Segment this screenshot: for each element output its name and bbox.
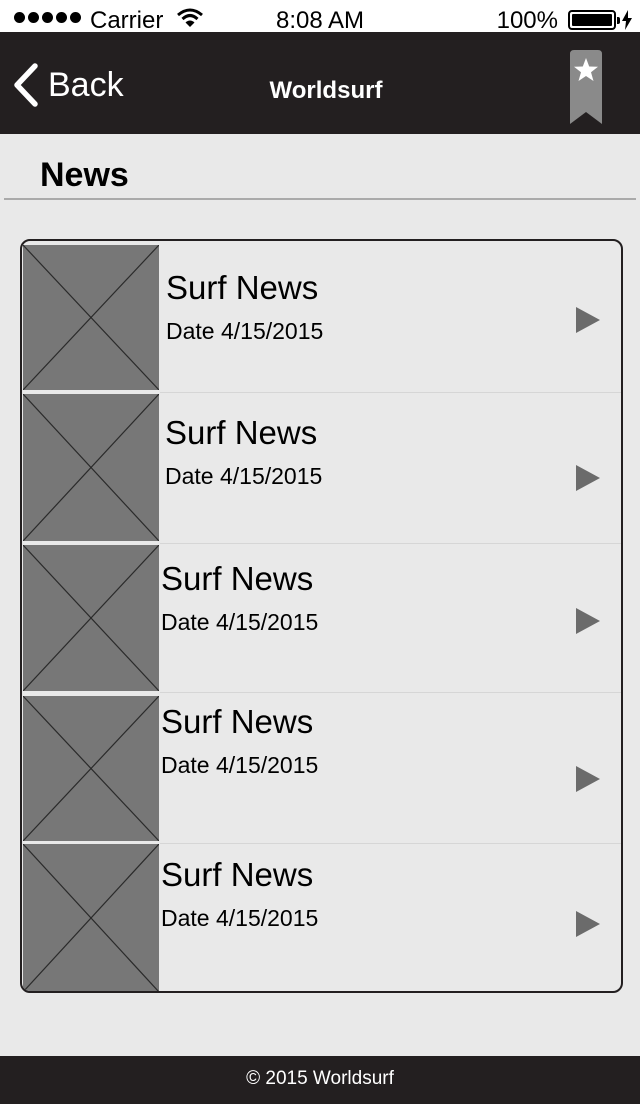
news-date: Date 4/15/2015 [165,463,323,489]
chevron-right-icon [576,608,600,634]
news-list-item[interactable]: Surf News Date 4/15/2015 [22,393,621,543]
news-date: Date 4/15/2015 [166,318,324,344]
chevron-right-icon [576,911,600,937]
news-list: Surf News Date 4/15/2015 Surf News Date … [20,239,623,993]
bookmark-star-icon[interactable] [568,50,604,124]
chevron-right-icon [576,766,600,792]
news-screen: Carrier 8:08 AM 100% Back Worldsurf News… [0,0,640,1104]
news-list-item[interactable]: Surf News Date 4/15/2015 [22,241,621,392]
battery-icon [568,10,620,30]
news-title: Surf News [161,703,314,740]
navigation-bar: Back Worldsurf [0,32,640,134]
news-title: Surf News [161,560,314,597]
app-title: Worldsurf [269,77,383,104]
thumbnail-placeholder-icon [23,394,159,541]
thumbnail-placeholder-icon [23,545,159,691]
news-list-item[interactable]: Surf News Date 4/15/2015 [22,844,621,991]
status-bar: Carrier 8:08 AM 100% [0,0,640,34]
thumbnail-placeholder-icon [23,245,159,390]
news-date: Date 4/15/2015 [161,752,319,778]
news-title: Surf News [161,856,314,893]
battery-percentage: 100% [496,7,558,34]
section-title: News [40,156,129,194]
footer: © 2015 Worldsurf [0,1056,640,1104]
news-title: Surf News [166,269,319,306]
thumbnail-placeholder-icon [23,696,159,841]
chevron-right-icon [576,307,600,333]
charging-bolt-icon [622,10,632,30]
news-title: Surf News [165,414,318,451]
section-divider [4,198,636,200]
news-date: Date 4/15/2015 [161,905,319,931]
news-list-item[interactable]: Surf News Date 4/15/2015 [22,544,621,692]
chevron-right-icon [576,465,600,491]
thumbnail-placeholder-icon [23,844,159,991]
news-list-item[interactable]: Surf News Date 4/15/2015 [22,693,621,843]
footer-copyright: © 2015 Worldsurf [246,1068,394,1089]
news-date: Date 4/15/2015 [161,609,319,635]
